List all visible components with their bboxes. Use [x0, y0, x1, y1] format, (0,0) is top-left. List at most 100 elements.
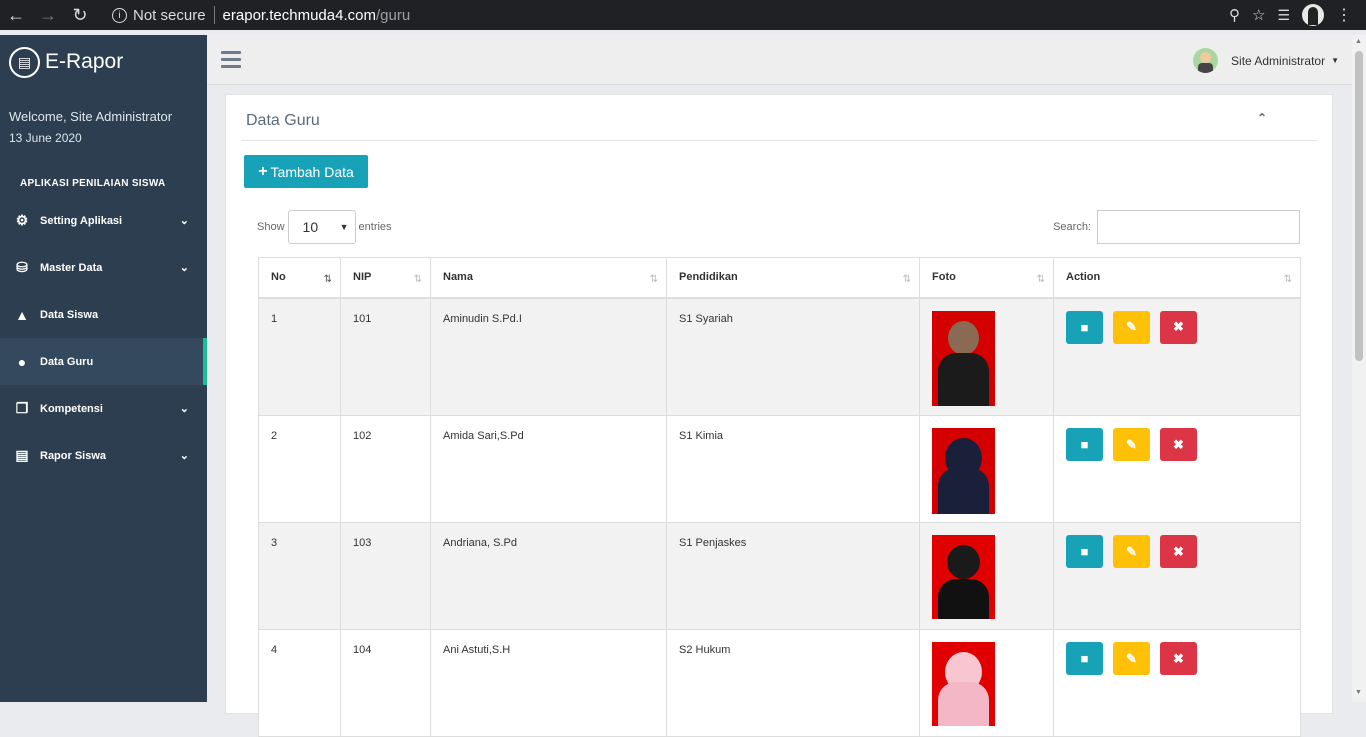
forward-arrow-icon[interactable]: → [32, 5, 64, 26]
sort-icon: ⇅ [902, 274, 911, 285]
folder-icon: ■ [1080, 651, 1089, 666]
brand-name: E-Rapor [45, 50, 124, 73]
view-button[interactable]: ■ [1066, 310, 1103, 344]
delete-button[interactable]: ✖ [1160, 310, 1197, 344]
cell-action: ■ ✎ ✖ [1053, 629, 1301, 737]
gear-icon: ⚙ [15, 212, 29, 228]
cell-pendidikan: S1 Kimia [666, 415, 920, 523]
hamburger-menu-icon[interactable] [221, 51, 241, 72]
table-header-row: No ⇅ NIP ⇅ Nama ⇅ Pendidikan ⇅ Foto ⇅ Action ⇅ [258, 257, 1301, 299]
column-header-nip[interactable]: NIP ⇅ [340, 257, 431, 299]
cell-nama: Aminudin S.Pd.I [430, 297, 667, 416]
delete-button[interactable]: ✖ [1160, 428, 1197, 461]
sidebar-item-data-siswa[interactable]: ▲ Data Siswa [0, 291, 207, 338]
guru-table: No ⇅ NIP ⇅ Nama ⇅ Pendidikan ⇅ Foto ⇅ Action ⇅… [258, 257, 1301, 737]
column-header-pendidikan[interactable]: Pendidikan ⇅ [666, 257, 920, 299]
edit-button[interactable]: ✎ [1113, 535, 1150, 568]
column-header-nama[interactable]: Nama ⇅ [430, 257, 667, 299]
plus-icon: + [258, 162, 268, 180]
table-row: 4 104 Ani Astuti,S.H S2 Hukum ■ ✎ ✖ [258, 629, 1301, 737]
column-header-label: Nama [443, 271, 473, 284]
table-row: 1 101 Aminudin S.Pd.I S1 Syariah ■ ✎ ✖ [258, 297, 1301, 416]
search-label: Search: [1053, 221, 1091, 233]
menu-dots-icon[interactable]: ⋮ [1336, 5, 1352, 25]
sidebar-menu: ⚙ Setting Aplikasi ⌄ ⛁ Master Data ⌄ ▲ D… [0, 197, 207, 479]
media-icon[interactable]: ☰ [1277, 7, 1290, 24]
teacher-photo [932, 535, 995, 619]
search-control: Search: [1053, 210, 1300, 244]
edit-icon: ✎ [1126, 436, 1137, 452]
cell-nama: Amida Sari,S.Pd [430, 415, 667, 523]
card-title: Data Guru [246, 112, 320, 129]
sidebar-item-data-guru[interactable]: ● Data Guru [0, 338, 207, 385]
cell-action: ■ ✎ ✖ [1053, 522, 1301, 630]
book-icon: ▤ [9, 46, 40, 78]
entries-length-control: Show 10 ▼ entries [257, 210, 392, 244]
delete-button[interactable]: ✖ [1160, 642, 1197, 675]
sidebar-item-rapor-siswa[interactable]: ▤ Rapor Siswa ⌄ [0, 432, 207, 479]
sort-icon: ⇅ [413, 274, 422, 285]
edit-button[interactable]: ✎ [1113, 310, 1150, 344]
edit-button[interactable]: ✎ [1113, 428, 1150, 461]
add-data-button[interactable]: + Tambah Data [244, 155, 368, 188]
security-status: Not secure [133, 6, 206, 24]
sort-asc-icon: ⇅ [323, 274, 332, 285]
edit-icon: ✎ [1126, 650, 1137, 666]
cell-action: ■ ✎ ✖ [1053, 297, 1301, 416]
close-icon: ✖ [1173, 319, 1184, 334]
column-header-action[interactable]: Action ⇅ [1053, 257, 1301, 299]
chevron-up-icon[interactable]: ⌃ [1257, 111, 1267, 125]
star-icon[interactable]: ☆ [1252, 6, 1265, 24]
chevron-down-icon: ⌄ [179, 262, 189, 274]
sidebar-item-label: Data Siswa [40, 308, 99, 321]
entries-select[interactable]: 10 ▼ [287, 210, 356, 244]
table-row: 3 103 Andriana, S.Pd S1 Penjaskes ■ ✎ ✖ [258, 522, 1301, 630]
scrollbar-thumb[interactable] [1355, 51, 1363, 361]
divider [241, 140, 1317, 141]
zoom-icon[interactable]: ⚲ [1229, 6, 1240, 24]
delete-button[interactable]: ✖ [1160, 535, 1197, 568]
sidebar-item-master-data[interactable]: ⛁ Master Data ⌄ [0, 244, 207, 291]
view-button[interactable]: ■ [1066, 535, 1103, 568]
scroll-up-icon[interactable]: ▲ [1355, 38, 1362, 45]
folder-icon: ■ [1080, 319, 1089, 335]
cell-foto [919, 522, 1054, 630]
book-icon: ▤ [15, 447, 29, 463]
divider [213, 6, 215, 24]
view-button[interactable]: ■ [1066, 428, 1103, 461]
profile-avatar[interactable] [1302, 4, 1324, 26]
current-date: 13 June 2020 [9, 131, 82, 145]
user-menu[interactable]: Site Administrator ▼ [1193, 48, 1339, 73]
folder-icon: ■ [1080, 437, 1089, 452]
sidebar-item-setting-aplikasi[interactable]: ⚙ Setting Aplikasi ⌄ [0, 197, 207, 244]
close-icon: ✖ [1173, 436, 1184, 452]
url-text[interactable]: erapor.techmuda4.com/guru [223, 7, 411, 24]
cell-nip: 102 [340, 415, 431, 523]
brand[interactable]: ▤ E-Rapor [0, 35, 207, 89]
add-data-label: Tambah Data [270, 163, 354, 180]
reload-icon[interactable]: ↻ [64, 5, 96, 26]
sidebar-item-label: Master Data [40, 261, 103, 274]
teacher-photo [932, 428, 995, 514]
column-header-label: NIP [353, 271, 372, 284]
column-header-no[interactable]: No ⇅ [258, 257, 341, 299]
sidebar-item-kompetensi[interactable]: ❐ Kompetensi ⌄ [0, 385, 207, 432]
column-header-foto[interactable]: Foto ⇅ [919, 257, 1054, 299]
cell-nama: Ani Astuti,S.H [430, 629, 667, 737]
cell-action: ■ ✎ ✖ [1053, 415, 1301, 523]
scroll-down-icon[interactable]: ▼ [1355, 689, 1362, 696]
page-scrollbar[interactable]: ▲ ▼ [1352, 35, 1366, 702]
cell-pendidikan: S1 Penjaskes [666, 522, 920, 630]
cell-nip: 104 [340, 629, 431, 737]
edit-button[interactable]: ✎ [1113, 642, 1150, 675]
cell-foto [919, 415, 1054, 523]
edit-icon: ✎ [1126, 543, 1137, 559]
view-button[interactable]: ■ [1066, 642, 1103, 675]
address-bar[interactable]: i Not secure erapor.techmuda4.com/guru [102, 0, 1229, 30]
column-header-label: Pendidikan [679, 271, 738, 284]
back-arrow-icon[interactable]: ← [0, 5, 32, 26]
info-icon[interactable]: i [112, 7, 127, 23]
cell-pendidikan: S2 Hukum [666, 629, 920, 737]
search-input[interactable] [1097, 210, 1300, 244]
database-icon: ⛁ [16, 259, 28, 275]
